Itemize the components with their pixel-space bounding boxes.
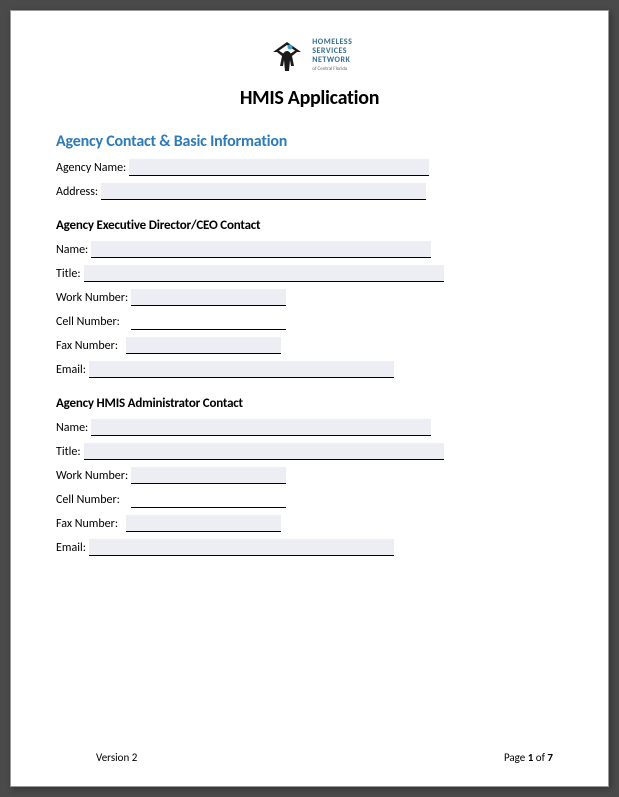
- label-admin-cell: Cell Number:: [56, 493, 123, 508]
- logo-line3: NETWORK: [312, 56, 352, 65]
- input-admin-title[interactable]: [84, 443, 444, 460]
- document-page: HOMELESS SERVICES NETWORK of Central Flo…: [10, 10, 609, 787]
- section-heading-basic-info: Agency Contact & Basic Information: [56, 132, 563, 151]
- label-admin-work: Work Number:: [56, 469, 131, 484]
- input-admin-work[interactable]: [131, 467, 286, 484]
- label-exec-work: Work Number:: [56, 291, 131, 306]
- footer-page-total: 7: [547, 751, 553, 764]
- footer-version: Version 2: [96, 751, 137, 764]
- label-agency-name: Agency Name:: [56, 161, 129, 176]
- page-title: HMIS Application: [56, 86, 563, 110]
- field-address: Address:: [56, 181, 563, 200]
- input-exec-email[interactable]: [89, 361, 394, 378]
- label-admin-fax: Fax Number:: [56, 517, 121, 532]
- field-admin-title: Title:: [56, 441, 563, 460]
- field-exec-work: Work Number:: [56, 287, 563, 306]
- field-admin-cell: Cell Number:: [56, 489, 563, 508]
- label-address: Address:: [56, 185, 101, 200]
- logo-icon: [267, 36, 307, 76]
- field-exec-title: Title:: [56, 263, 563, 282]
- footer-page-label: Page: [504, 751, 528, 764]
- logo-text: HOMELESS SERVICES NETWORK of Central Flo…: [312, 38, 352, 74]
- input-admin-email[interactable]: [89, 539, 394, 556]
- field-admin-name: Name:: [56, 417, 563, 436]
- input-admin-fax[interactable]: [126, 515, 281, 532]
- label-admin-email: Email:: [56, 541, 89, 556]
- label-exec-email: Email:: [56, 363, 89, 378]
- input-exec-cell[interactable]: [131, 313, 286, 330]
- field-admin-email: Email:: [56, 537, 563, 556]
- field-admin-work: Work Number:: [56, 465, 563, 484]
- label-exec-title: Title:: [56, 267, 84, 282]
- input-agency-name[interactable]: [129, 159, 429, 176]
- field-exec-fax: Fax Number:: [56, 335, 563, 354]
- input-admin-cell[interactable]: [131, 491, 286, 508]
- label-admin-title: Title:: [56, 445, 84, 460]
- section-heading-admin: Agency HMIS Administrator Contact: [56, 396, 563, 411]
- label-exec-cell: Cell Number:: [56, 315, 123, 330]
- field-exec-cell: Cell Number:: [56, 311, 563, 330]
- hsn-logo: HOMELESS SERVICES NETWORK of Central Flo…: [267, 36, 353, 76]
- field-admin-fax: Fax Number:: [56, 513, 563, 532]
- label-exec-name: Name:: [56, 243, 91, 258]
- footer-page-sep: of: [533, 751, 547, 764]
- input-admin-name[interactable]: [91, 419, 431, 436]
- footer-page: Page 1 of 7: [504, 751, 553, 764]
- logo-subtitle: of Central Florida: [312, 65, 352, 74]
- field-agency-name: Agency Name:: [56, 157, 563, 176]
- section-heading-exec: Agency Executive Director/CEO Contact: [56, 218, 563, 233]
- input-exec-title[interactable]: [84, 265, 444, 282]
- field-exec-email: Email:: [56, 359, 563, 378]
- label-exec-fax: Fax Number:: [56, 339, 121, 354]
- input-address[interactable]: [101, 183, 426, 200]
- input-exec-work[interactable]: [131, 289, 286, 306]
- page-footer: Version 2 Page 1 of 7: [11, 751, 608, 764]
- field-exec-name: Name:: [56, 239, 563, 258]
- input-exec-name[interactable]: [91, 241, 431, 258]
- label-admin-name: Name:: [56, 421, 91, 436]
- logo-container: HOMELESS SERVICES NETWORK of Central Flo…: [56, 36, 563, 76]
- input-exec-fax[interactable]: [126, 337, 281, 354]
